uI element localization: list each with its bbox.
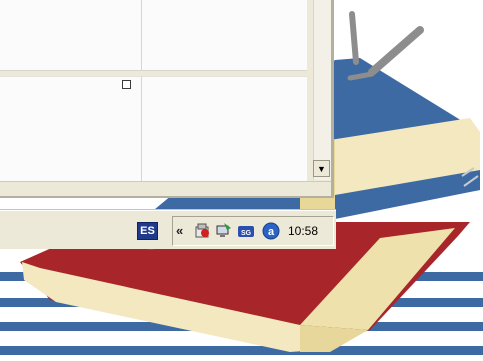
application-window: ▼ <box>0 0 334 198</box>
content-pane-bottom-right <box>142 76 307 181</box>
svg-text:a: a <box>268 226 275 238</box>
vertical-scrollbar[interactable] <box>313 0 331 180</box>
chevron-down-icon: ▼ <box>317 163 326 174</box>
content-pane-bottom-left <box>0 76 142 181</box>
svg-text:SG: SG <box>241 230 252 237</box>
scroll-down-button[interactable]: ▼ <box>313 160 330 177</box>
network-computer-icon[interactable] <box>215 222 233 240</box>
sg-icon[interactable]: SG <box>237 222 255 240</box>
option-checkbox[interactable] <box>122 80 131 89</box>
show-hidden-icons-button[interactable]: « <box>176 223 183 238</box>
window-bottom-edge <box>0 181 331 196</box>
adobe-update-icon[interactable]: a <box>262 222 280 240</box>
content-pane-top-left <box>0 0 142 71</box>
system-clock[interactable]: 10:58 <box>288 224 318 238</box>
security-shield-icon[interactable] <box>193 222 211 240</box>
language-indicator[interactable]: ES <box>137 222 158 240</box>
content-pane-top-right <box>142 0 307 71</box>
